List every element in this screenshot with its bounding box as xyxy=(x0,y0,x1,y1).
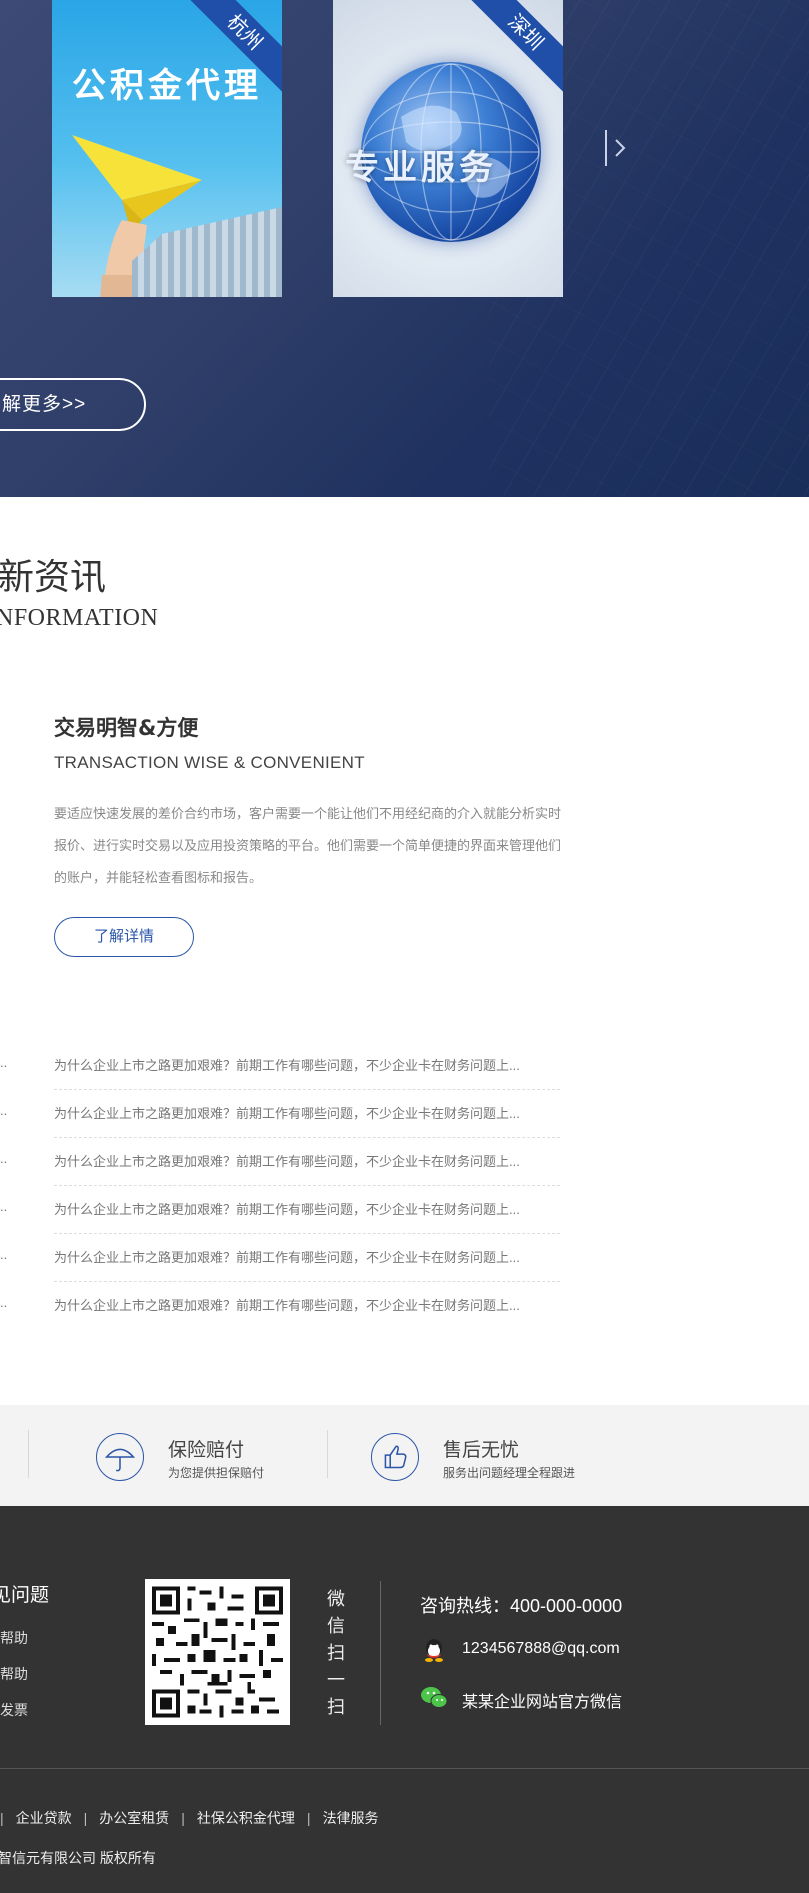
qr-code-image xyxy=(152,1586,283,1718)
divider xyxy=(380,1581,381,1725)
list-item[interactable]: .. 为什么企业上市之路更加艰难？前期工作有哪些问题，不少企业卡在财务问题上... xyxy=(0,1186,560,1234)
list-item[interactable]: .. 为什么企业上市之路更加艰难？前期工作有哪些问题，不少企业卡在财务问题上... xyxy=(0,1234,560,1282)
footer-link[interactable]: 社保公积金代理 xyxy=(197,1810,295,1826)
divider xyxy=(0,1768,809,1769)
featured-description: 要适应快速发展的差价合约市场，客户需要一个能让他们不用经纪商的介入就能分析实时报… xyxy=(54,806,562,885)
list-item[interactable]: .. 为什么企业上市之路更加艰难？前期工作有哪些问题，不少企业卡在财务问题上... xyxy=(0,1042,560,1090)
city-label: 杭州 xyxy=(180,0,282,97)
city-ribbon: 深圳 xyxy=(453,0,563,110)
card-title: 专业服务 xyxy=(345,148,497,188)
separator: | xyxy=(0,1810,4,1826)
list-item[interactable]: .. 为什么企业上市之路更加艰难？前期工作有哪些问题，不少企业卡在财务问题上... xyxy=(0,1138,560,1186)
learn-more-button[interactable]: 解更多>> xyxy=(0,378,146,431)
qr-code xyxy=(145,1579,290,1725)
city-ribbon: 杭州 xyxy=(172,0,282,110)
learn-details-button[interactable]: 了解详情 xyxy=(54,917,194,957)
left-stub: .. xyxy=(0,1103,8,1118)
copyright: 智信元有限公司 版权所有 xyxy=(0,1850,156,1866)
left-stub: .. xyxy=(0,1151,8,1166)
next-arrow-icon[interactable] xyxy=(604,130,634,166)
footer-link[interactable]: 法律服务 xyxy=(323,1810,379,1826)
news-link[interactable]: 为什么企业上市之路更加艰难？前期工作有哪些问题，不少企业卡在财务问题上... xyxy=(54,1151,559,1170)
faq-link[interactable]: 发票 xyxy=(0,1700,28,1720)
wechat-account[interactable]: 某某企业网站官方微信 xyxy=(462,1688,622,1712)
page: 公积金代理 杭州 专业服务 深圳 解更多>> 新资讯 NFORMATION 交易… xyxy=(0,0,809,1893)
qq-icon xyxy=(425,1639,443,1662)
service-subtitle: 服务出问题经理全程跟进 xyxy=(443,1466,576,1480)
news-section-title: 新资讯 xyxy=(0,557,107,598)
separator: | xyxy=(306,1810,311,1826)
left-stub: .. xyxy=(0,1247,8,1262)
footer: 见问题 帮助 帮助 发票 微 信 扫 一 扫 咨询热线：400-000-0000… xyxy=(0,1506,809,1893)
umbrella-icon xyxy=(96,1433,144,1481)
faq-title: 见问题 xyxy=(0,1585,50,1606)
separator: | xyxy=(83,1810,88,1826)
label-char: 扫 xyxy=(327,1643,345,1663)
service-title: 售后无忧 xyxy=(443,1440,520,1461)
hotline: 咨询热线：400-000-0000 xyxy=(420,1596,623,1616)
service-subtitle: 为您提供担保赔付 xyxy=(168,1466,265,1480)
hero-banner: 公积金代理 杭州 专业服务 深圳 解更多>> xyxy=(0,0,809,497)
left-stub: .. xyxy=(0,1055,8,1070)
news-link[interactable]: 为什么企业上市之路更加艰难？前期工作有哪些问题，不少企业卡在财务问题上... xyxy=(54,1247,559,1266)
label-char: 一 xyxy=(327,1670,345,1690)
footer-link[interactable]: 办公室租赁 xyxy=(99,1810,169,1826)
label-char: 扫 xyxy=(327,1697,345,1717)
services-strip: 保险赔付 为您提供担保赔付 售后无忧 服务出问题经理全程跟进 xyxy=(0,1405,809,1506)
footer-link[interactable]: 企业贷款 xyxy=(16,1810,72,1826)
left-stub: .. xyxy=(0,1295,8,1310)
news-link[interactable]: 为什么企业上市之路更加艰难？前期工作有哪些问题，不少企业卡在财务问题上... xyxy=(54,1295,559,1314)
news-link[interactable]: 为什么企业上市之路更加艰难？前期工作有哪些问题，不少企业卡在财务问题上... xyxy=(54,1055,559,1074)
news-link[interactable]: 为什么企业上市之路更加艰难？前期工作有哪些问题，不少企业卡在财务问题上... xyxy=(54,1199,559,1218)
left-stub: .. xyxy=(0,1199,8,1214)
wechat-scan-label: 微 信 扫 一 扫 xyxy=(326,1586,346,1721)
news-section-subtitle: NFORMATION xyxy=(0,605,159,631)
footer-links: | 企业贷款 | 办公室租赁 | 社保公积金代理 | 法律服务 xyxy=(0,1808,379,1828)
featured-title-en: TRANSACTION WISE & CONVENIENT xyxy=(54,753,365,772)
city-label: 深圳 xyxy=(461,0,563,97)
news-list: .. 为什么企业上市之路更加艰难？前期工作有哪些问题，不少企业卡在财务问题上...… xyxy=(0,1042,560,1330)
list-item[interactable]: .. 为什么企业上市之路更加艰难？前期工作有哪些问题，不少企业卡在财务问题上... xyxy=(0,1090,560,1138)
featured-title: 交易明智&方便 xyxy=(54,716,199,740)
divider xyxy=(28,1430,29,1478)
divider xyxy=(327,1430,328,1478)
service-title: 保险赔付 xyxy=(168,1440,245,1461)
service-card-hangzhou[interactable]: 公积金代理 杭州 xyxy=(52,0,282,297)
wechat-icon xyxy=(421,1687,448,1708)
separator: | xyxy=(181,1810,185,1826)
thumbs-up-icon xyxy=(371,1433,419,1481)
news-link[interactable]: 为什么企业上市之路更加艰难？前期工作有哪些问题，不少企业卡在财务问题上... xyxy=(54,1103,559,1122)
service-card-shenzhen[interactable]: 专业服务 深圳 xyxy=(333,0,563,297)
label-char: 微 xyxy=(327,1589,345,1609)
faq-link[interactable]: 帮助 xyxy=(0,1628,28,1648)
list-item[interactable]: .. 为什么企业上市之路更加艰难？前期工作有哪些问题，不少企业卡在财务问题上... xyxy=(0,1282,560,1330)
label-char: 信 xyxy=(327,1616,345,1636)
faq-link[interactable]: 帮助 xyxy=(0,1664,28,1684)
qq-email[interactable]: 1234567888@qq.com xyxy=(462,1640,620,1658)
